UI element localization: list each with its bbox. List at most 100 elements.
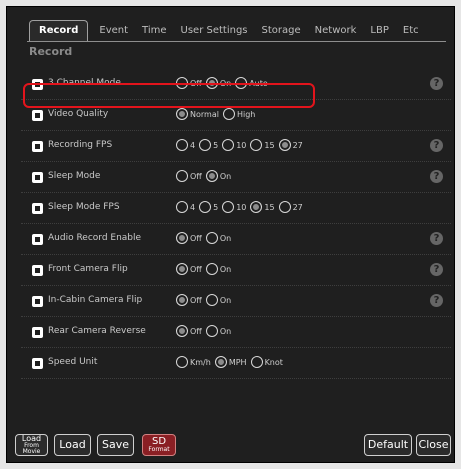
help-icon[interactable]: ? [430,263,443,276]
radio-icon[interactable] [199,201,212,213]
setting-row: Sleep Mode FPS 4 5 10 15 27 [21,193,451,224]
radio-label: On [219,78,232,88]
radio-option[interactable]: Off [176,232,202,244]
radio-option[interactable]: 27 [278,201,303,213]
tab-bar: Record Event Time User Settings Storage Netwo… [29,19,455,41]
radio-option[interactable]: Normal [176,108,219,120]
radio-icon[interactable] [222,108,235,120]
setting-label: In-Cabin Camera Flip [48,295,143,305]
radio-group: Off On [176,325,235,337]
sd-format-button[interactable]: SD Format [142,434,176,456]
radio-icon[interactable] [176,108,188,120]
radio-option[interactable]: 10 [222,139,246,151]
radio-option[interactable]: On [205,77,232,89]
radio-icon[interactable] [176,325,188,337]
radio-label: Off [190,171,202,181]
radio-option[interactable]: On [205,232,231,244]
radio-icon[interactable] [176,139,188,151]
radio-option[interactable]: On [205,294,231,306]
checkbox-icon[interactable] [32,141,43,152]
radio-icon[interactable] [222,201,235,213]
radio-icon[interactable] [250,356,263,368]
close-button[interactable]: Close [416,434,451,456]
radio-icon[interactable] [176,294,188,306]
radio-option[interactable]: 5 [199,139,218,151]
checkbox-icon[interactable] [32,203,43,214]
tab-record[interactable]: Record [29,20,89,41]
help-icon[interactable]: ? [430,77,443,90]
tab-etc[interactable]: Etc [396,21,426,41]
section-title: Record [29,45,73,58]
radio-label: 10 [236,140,247,150]
radio-icon[interactable] [176,170,188,182]
radio-option[interactable]: Off [176,263,202,275]
radio-option[interactable]: On [205,325,231,337]
radio-option[interactable]: On [205,170,231,182]
radio-icon[interactable] [176,356,188,368]
radio-icon[interactable] [205,170,218,182]
default-button[interactable]: Default [364,434,412,456]
save-button[interactable]: Save [97,434,134,456]
help-icon[interactable]: ? [430,232,443,245]
radio-option[interactable]: 15 [250,139,275,151]
checkbox-icon[interactable] [32,110,43,121]
radio-option[interactable]: High [222,108,255,120]
tab-storage[interactable]: Storage [255,21,308,41]
checkbox-icon[interactable] [32,358,43,369]
radio-option[interactable]: MPH [214,356,247,368]
setting-label: Rear Camera Reverse [48,326,146,336]
radio-option[interactable]: Off [176,325,202,337]
load-from-movie-button[interactable]: Load From Movie [15,434,48,456]
radio-icon[interactable] [278,201,291,213]
radio-option[interactable]: 4 [176,201,195,213]
radio-icon[interactable] [250,139,263,151]
radio-option[interactable]: Off [176,294,202,306]
radio-icon[interactable] [176,232,188,244]
radio-option[interactable]: 4 [176,139,195,151]
tab-network[interactable]: Network [308,21,364,41]
checkbox-icon[interactable] [32,296,43,307]
tab-time[interactable]: Time [135,21,173,41]
help-icon[interactable]: ? [430,139,443,152]
radio-option[interactable]: Off [176,77,202,89]
radio-option[interactable]: 15 [250,201,275,213]
tab-event[interactable]: Event [92,21,135,41]
radio-option[interactable]: Km/h [176,356,211,368]
radio-option[interactable]: On [205,263,231,275]
radio-option[interactable]: 10 [222,201,246,213]
radio-icon[interactable] [176,77,188,89]
radio-icon[interactable] [199,139,212,151]
checkbox-icon[interactable] [32,265,43,276]
radio-label: Off [190,78,202,88]
radio-icon[interactable] [205,325,218,337]
radio-icon[interactable] [205,294,218,306]
checkbox-icon[interactable] [32,172,43,183]
radio-icon[interactable] [176,201,188,213]
tab-user-settings[interactable]: User Settings [174,21,255,41]
radio-icon[interactable] [235,77,248,89]
radio-icon[interactable] [205,232,218,244]
setting-label: Audio Record Enable [48,233,142,243]
radio-icon[interactable] [278,139,291,151]
checkbox-icon[interactable] [32,79,43,90]
radio-option[interactable]: 27 [278,139,303,151]
radio-label: Off [190,295,202,305]
radio-icon[interactable] [222,139,235,151]
checkbox-icon[interactable] [32,234,43,245]
radio-option[interactable]: Knot [250,356,283,368]
settings-window: Record Event Time User Settings Storage Netwo… [6,6,455,463]
load-button[interactable]: Load [54,434,91,456]
radio-option[interactable]: Auto [235,77,268,89]
radio-option[interactable]: Off [176,170,202,182]
help-icon[interactable]: ? [430,170,443,183]
radio-icon[interactable] [205,77,218,89]
radio-icon[interactable] [250,201,263,213]
radio-icon[interactable] [176,263,188,275]
checkbox-icon[interactable] [32,327,43,338]
radio-icon[interactable] [205,263,218,275]
radio-label: 4 [190,140,196,150]
radio-option[interactable]: 5 [199,201,218,213]
tab-lbp[interactable]: LBP [363,21,395,41]
radio-icon[interactable] [214,356,227,368]
help-icon[interactable]: ? [430,294,443,307]
